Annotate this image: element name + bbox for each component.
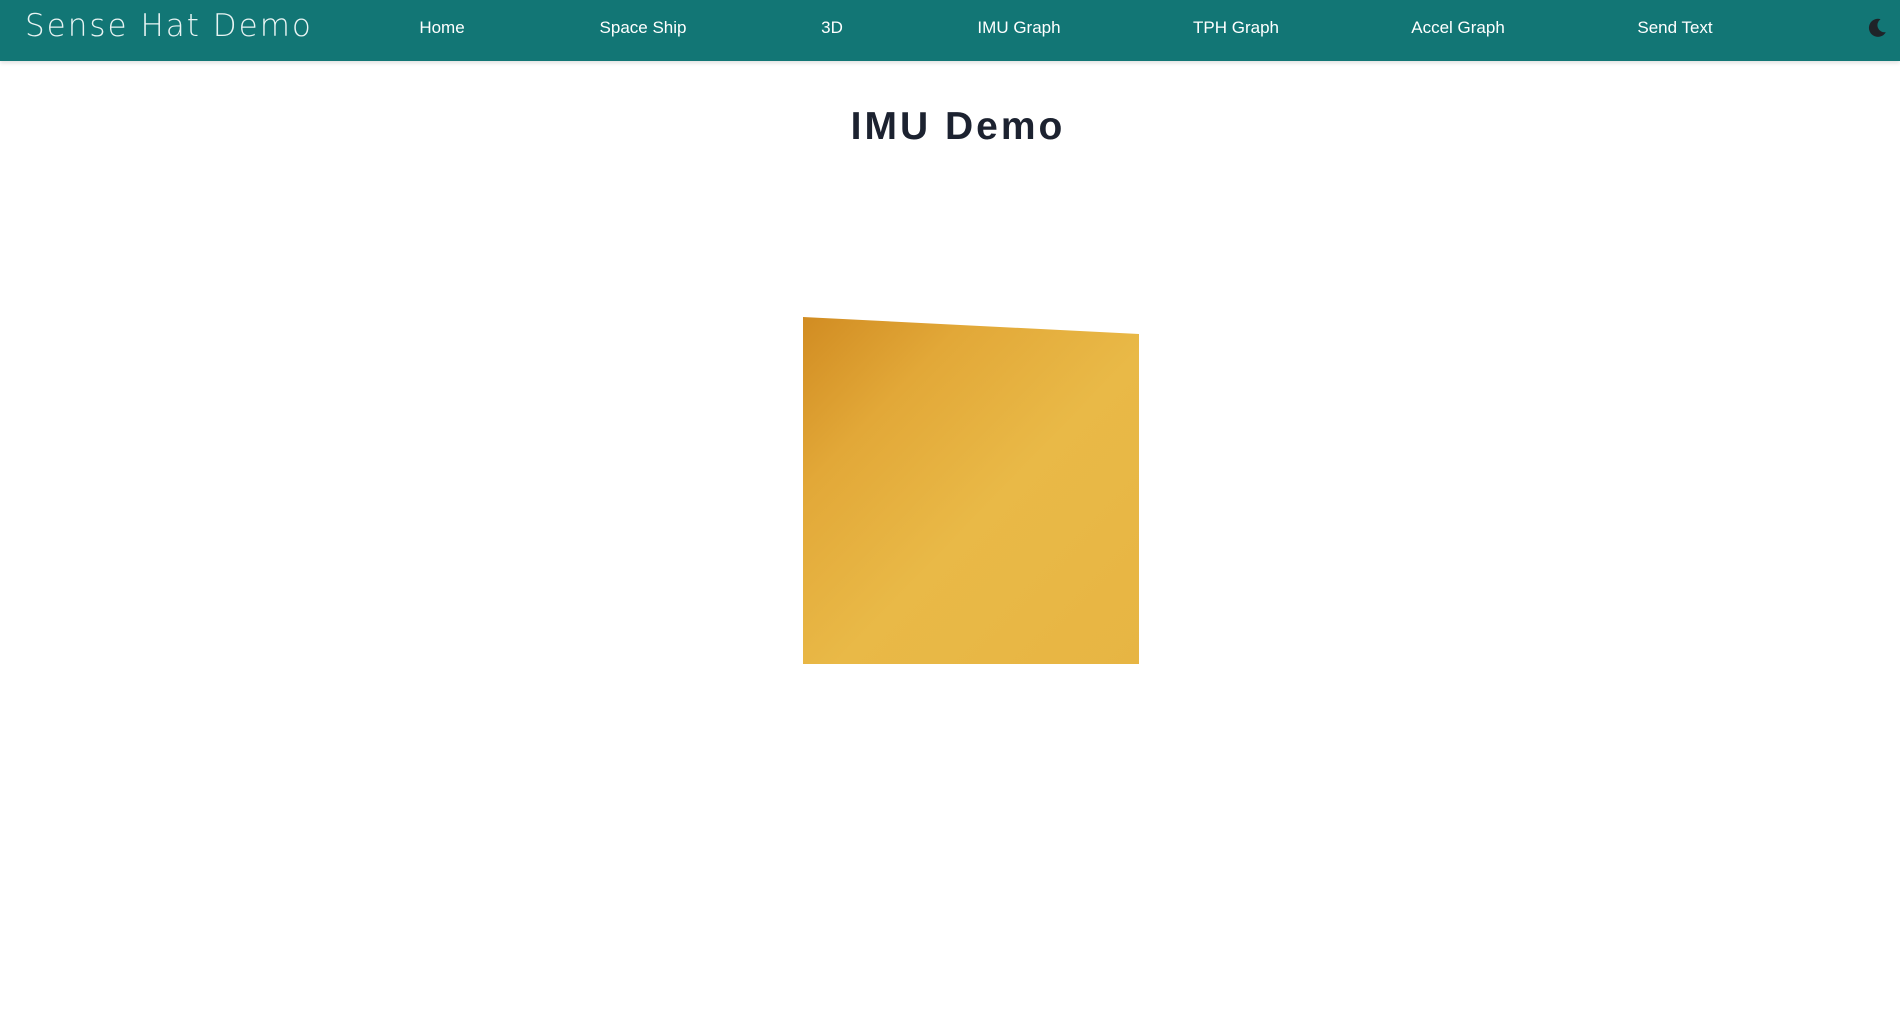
nav-item-3d[interactable]: 3D <box>821 18 843 38</box>
nav-item-home[interactable]: Home <box>419 18 464 38</box>
nav-item-tph-graph[interactable]: TPH Graph <box>1193 18 1279 38</box>
nav-item-accel-graph[interactable]: Accel Graph <box>1411 18 1505 38</box>
nav-item-space-ship[interactable]: Space Ship <box>600 18 687 38</box>
brand-title[interactable]: Sense Hat Demo <box>25 8 313 44</box>
moon-icon <box>1868 18 1886 37</box>
imu-3d-view[interactable] <box>0 300 1900 700</box>
imu-board-canvas <box>803 317 1139 664</box>
top-navbar: Sense Hat Demo Home Space Ship 3D IMU Gr… <box>0 0 1900 61</box>
theme-toggle-button[interactable] <box>1866 17 1888 39</box>
page-title: IMU Demo <box>850 105 1066 149</box>
imu-board <box>803 317 1139 664</box>
nav-item-send-text[interactable]: Send Text <box>1637 18 1712 38</box>
nav-item-imu-graph[interactable]: IMU Graph <box>977 18 1060 38</box>
